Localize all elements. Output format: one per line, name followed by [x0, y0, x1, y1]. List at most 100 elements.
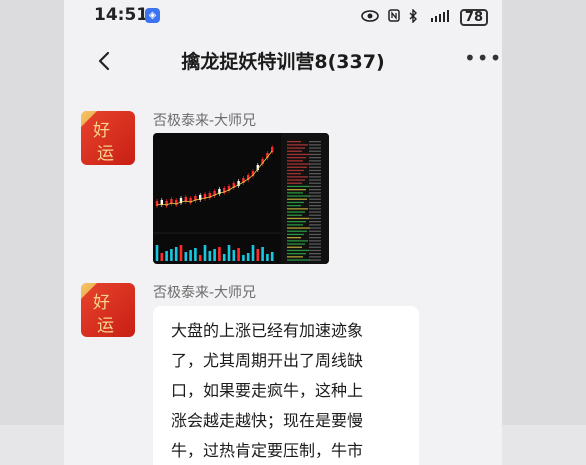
chart-side-row	[309, 214, 321, 216]
volume-bar	[189, 250, 192, 261]
chart-side-row	[309, 150, 321, 152]
chart-side-row	[309, 185, 321, 188]
chart-side-row	[309, 246, 321, 248]
chart-side-row	[287, 163, 310, 165]
chart-side-row	[287, 141, 301, 143]
volume-bar	[266, 254, 269, 261]
chart-side-row	[309, 157, 321, 159]
volume-bar	[270, 252, 274, 261]
chart-side-row	[287, 189, 306, 191]
chart-side-row	[309, 227, 321, 229]
chart-side-row	[287, 144, 308, 146]
volume-bar	[232, 250, 236, 261]
chart-side-row	[287, 243, 305, 245]
chart-side-row	[309, 163, 321, 165]
chart-side-row	[309, 141, 321, 143]
chart-side-row	[309, 259, 321, 261]
chart-side-row	[309, 169, 321, 172]
more-options-button[interactable]: •••	[464, 48, 501, 72]
volume-bar	[242, 255, 245, 261]
chart-side-row	[309, 205, 321, 207]
chart-side-row	[287, 240, 308, 242]
chart-side-row	[287, 259, 310, 261]
chart-side-row	[287, 227, 310, 229]
battery-indicator: 78	[459, 9, 488, 26]
chart-side-row	[309, 198, 321, 200]
chart-side-row	[309, 195, 321, 197]
chart-side-row	[309, 208, 321, 210]
chat-header: 擒龙捉妖特训营8(337) •••	[64, 36, 502, 86]
volume-bar	[218, 247, 221, 261]
chart-side-row	[309, 237, 321, 239]
candlestick-chart-graphic	[153, 133, 329, 264]
chart-side-row	[287, 205, 301, 207]
volume-bar	[179, 245, 183, 261]
volume-bar	[174, 247, 178, 261]
chart-side-row	[287, 198, 307, 200]
more-dots-icon: •••	[464, 46, 502, 70]
chart-side-row	[309, 224, 321, 226]
chart-side-row	[287, 153, 309, 156]
chart-side-row	[287, 256, 303, 258]
volume-bar	[184, 252, 188, 261]
chart-side-row	[309, 256, 321, 258]
signal-icon	[427, 9, 451, 26]
chart-side-row	[309, 179, 321, 181]
status-bar: 14:51 ◈ 78	[64, 0, 502, 32]
chart-side-row	[287, 249, 309, 252]
volume-bar	[251, 245, 255, 261]
chart-side-row	[287, 179, 305, 181]
chart-side-row	[287, 169, 304, 172]
chart-side-row	[287, 246, 302, 248]
chart-side-row	[309, 243, 321, 245]
volume-bar	[213, 249, 216, 261]
chart-side-row	[287, 208, 308, 210]
chart-side-row	[309, 173, 321, 175]
volume-bar	[208, 251, 212, 261]
chart-side-row	[287, 150, 302, 152]
chart-side-row	[287, 233, 304, 236]
chart-side-row	[309, 153, 321, 156]
chart-side-row	[287, 192, 303, 194]
sender-avatar[interactable]: 好 运	[81, 283, 135, 337]
chart-side-row	[287, 230, 307, 232]
chart-side-row	[309, 147, 321, 149]
chart-side-row	[287, 224, 303, 226]
volume-bar	[256, 249, 260, 261]
volume-bar	[227, 245, 231, 261]
app-notification-icon: ◈	[145, 8, 160, 23]
chart-side-row	[309, 253, 321, 255]
volume-bar	[194, 248, 197, 261]
volume-bar	[155, 245, 159, 261]
chart-side-row	[309, 230, 321, 232]
volume-bar	[237, 248, 240, 261]
avatar-char-top: 好	[93, 121, 110, 141]
avatar-char-bottom: 运	[97, 144, 114, 164]
chart-side-row	[287, 195, 310, 197]
chart-side-row	[287, 201, 304, 204]
chart-side-row	[309, 221, 321, 223]
chart-side-row	[287, 176, 308, 178]
message-bubble[interactable]: 大盘的上涨已经有加速迹象 了，尤其周期开出了周线缺 口，如果要走疯牛，这种上 涨…	[153, 306, 419, 465]
volume-bar	[246, 253, 250, 261]
chart-side-row	[309, 233, 321, 236]
avatar-char-bottom: 运	[97, 316, 114, 336]
chart-side-row	[287, 160, 303, 162]
chart-side-row	[287, 217, 309, 220]
chart-side-row	[309, 211, 321, 213]
chart-side-row	[287, 166, 307, 168]
volume-bar	[261, 247, 264, 261]
volume-bar	[203, 245, 207, 261]
stock-chart-image[interactable]	[153, 133, 329, 264]
volume-bar	[165, 251, 168, 261]
chart-side-row	[287, 185, 309, 188]
sender-name: 否极泰来-大师兄	[153, 285, 257, 301]
chart-side-row	[309, 201, 321, 204]
status-icons: 78	[357, 7, 488, 26]
sender-avatar[interactable]: 好 运	[81, 111, 135, 165]
chart-side-row	[287, 221, 306, 223]
volume-bar	[198, 255, 202, 261]
chart-side-row	[309, 217, 321, 220]
chart-side-row	[287, 173, 301, 175]
chart-side-row	[309, 144, 321, 146]
